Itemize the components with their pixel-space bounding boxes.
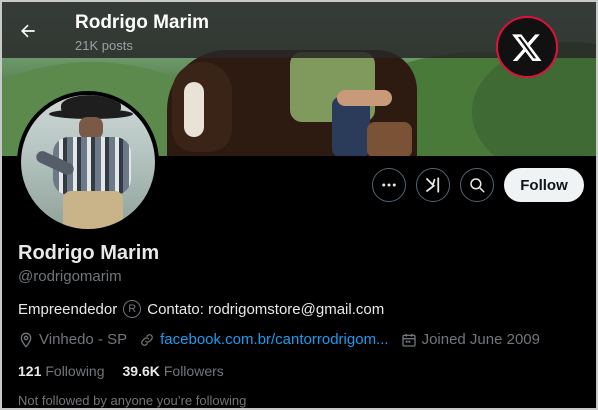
registered-icon: R xyxy=(123,300,142,318)
search-icon xyxy=(470,178,485,193)
arrow-left-icon[interactable] xyxy=(18,21,38,41)
link-icon xyxy=(141,333,154,346)
bio-text: Empreendedor xyxy=(18,300,118,318)
avatar-face xyxy=(79,117,103,139)
grok-icon xyxy=(426,177,440,193)
profile-bio: Empreendedor R Contato: rodrigomstore@gm… xyxy=(18,300,384,318)
avatar-legs xyxy=(63,191,123,229)
location-text: Vinhedo - SP xyxy=(39,331,128,348)
header-title: Rodrigo Marim xyxy=(75,12,210,33)
banner-horse-blaze xyxy=(184,82,204,137)
x-logo-icon xyxy=(496,16,558,78)
profile-handle: @rodrigomarim xyxy=(18,268,122,285)
profile-website[interactable]: facebook.com.br/cantorrodrigom... xyxy=(139,331,389,348)
following-count: 121 xyxy=(18,363,42,379)
more-icon xyxy=(382,183,396,187)
following-link[interactable]: 121 Following xyxy=(18,363,105,379)
location-pin-icon xyxy=(20,332,32,348)
header-post-count: 21K posts xyxy=(75,38,133,53)
avatar[interactable] xyxy=(17,91,159,233)
not-followed-notice: Not followed by anyone you’re following xyxy=(18,393,247,408)
banner-saddle xyxy=(367,122,412,156)
more-button[interactable] xyxy=(372,168,406,202)
profile-stats: 121 Following 39.6K Followers xyxy=(18,363,224,379)
profile-joined: Joined June 2009 xyxy=(401,331,540,348)
grok-button[interactable] xyxy=(416,168,450,202)
followers-count: 39.6K xyxy=(122,363,160,379)
followers-link[interactable]: 39.6K Followers xyxy=(123,363,224,379)
joined-text: Joined June 2009 xyxy=(421,331,540,348)
profile-name: Rodrigo Marim xyxy=(18,242,160,264)
banner-rider-arm xyxy=(337,90,392,106)
profile-location: Vinhedo - SP xyxy=(18,331,127,348)
website-link[interactable]: facebook.com.br/cantorrodrigom... xyxy=(160,331,388,348)
following-label: Following xyxy=(45,363,105,379)
calendar-icon xyxy=(401,333,416,347)
search-button[interactable] xyxy=(460,168,494,202)
followers-label: Followers xyxy=(163,363,224,379)
profile-meta: Vinhedo - SP facebook.com.br/cantorrodri… xyxy=(18,331,552,348)
follow-button[interactable]: Follow xyxy=(504,168,584,202)
bio-contact: Contato: rodrigomstore@gmail.com xyxy=(147,300,385,318)
